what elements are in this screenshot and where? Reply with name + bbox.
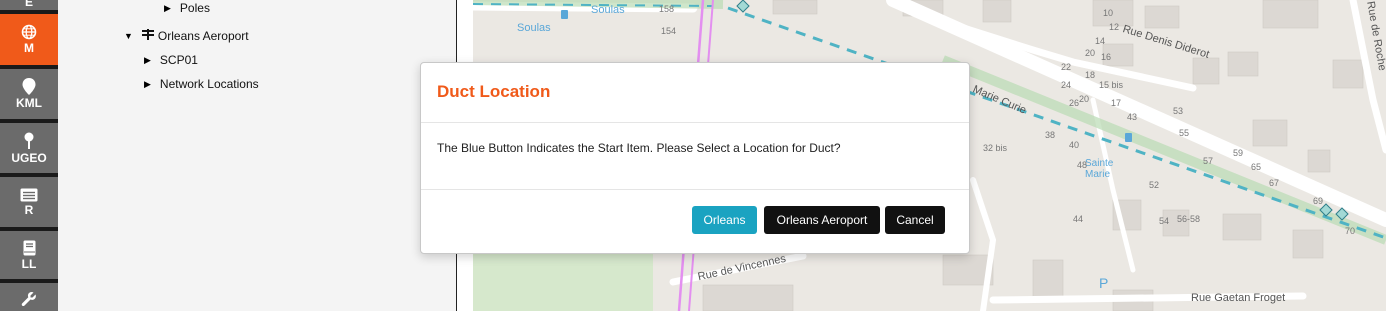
- map-house-number: 52: [1149, 180, 1160, 190]
- map-house-number: 12: [1109, 22, 1120, 32]
- rail-label-ugeo: UGEO: [11, 150, 47, 165]
- rail-label-m: M: [24, 41, 34, 55]
- map-house-number: 40: [1069, 140, 1080, 150]
- map-house-number: 16: [1101, 52, 1112, 62]
- network-icon: [141, 29, 154, 43]
- map-house-number: 59: [1233, 148, 1244, 158]
- map-house-number: 65: [1251, 162, 1262, 172]
- cancel-button[interactable]: Cancel: [885, 206, 945, 234]
- tree-item-label: Poles: [179, 1, 210, 15]
- tree-item-label: Network Locations: [159, 77, 259, 91]
- map-house-number: 54: [1159, 216, 1170, 226]
- orleans-button[interactable]: Orleans: [692, 206, 757, 234]
- map-street-label: Rue Gaetan Froget: [1191, 292, 1286, 304]
- tree-item-label: Orleans Aeroport: [157, 29, 249, 43]
- map-house-number: 20: [1085, 48, 1096, 58]
- map-house-number: 17: [1111, 98, 1122, 108]
- duct-location-dialog: Duct Location The Blue Button Indicates …: [420, 62, 970, 254]
- map-house-number: 55: [1179, 128, 1190, 138]
- map-place-label: Soulas: [591, 4, 625, 16]
- rail-button-tools[interactable]: [0, 283, 58, 311]
- map-house-number: 10: [1103, 8, 1114, 18]
- layer-tree-panel: ▶ Poles ▼ Orleans Aeroport ▶ SCP01 ▶ Net…: [58, 0, 458, 311]
- map-house-number: 24: [1061, 80, 1072, 90]
- map-pin-icon: [22, 78, 36, 95]
- collapse-arrow-icon[interactable]: ▼: [124, 31, 133, 41]
- map-house-number: 38: [1045, 130, 1056, 140]
- rail-button-ugeo[interactable]: UGEO: [0, 123, 58, 175]
- book-icon: [23, 240, 36, 256]
- map-house-number: 53: [1173, 106, 1184, 116]
- tree-item-poles[interactable]: ▶ Poles: [164, 1, 210, 15]
- wrench-icon: [21, 291, 37, 307]
- map-place-label: Sainte Marie: [1085, 158, 1114, 180]
- map-house-number: 15 bis: [1099, 80, 1124, 90]
- map-house-number: 56-58: [1177, 214, 1201, 224]
- rail-button-e[interactable]: E: [0, 0, 58, 12]
- tree-item-scp01[interactable]: ▶ SCP01: [144, 53, 198, 67]
- rail-label-ll: LL: [21, 256, 37, 271]
- map-house-number: 70: [1345, 226, 1356, 236]
- rail-button-kml[interactable]: KML: [0, 69, 58, 121]
- expand-arrow-icon[interactable]: ▶: [164, 3, 171, 14]
- tree-item-orleans-aeroport[interactable]: ▼ Orleans Aeroport: [124, 29, 249, 43]
- map-house-number: 32 bis: [983, 143, 1008, 153]
- map-house-number: 158: [659, 4, 675, 14]
- map-house-number: 69: [1313, 196, 1324, 206]
- map-house-number: 26: [1069, 98, 1080, 108]
- svg-text:P: P: [1099, 275, 1108, 291]
- rail-label-e: E: [24, 0, 33, 9]
- dialog-title: Duct Location: [437, 82, 551, 101]
- pin-icon: [23, 132, 35, 150]
- expand-arrow-icon[interactable]: ▶: [144, 55, 151, 66]
- map-house-number: 48: [1077, 160, 1088, 170]
- rail-label-r: R: [24, 202, 34, 217]
- tree-item-label: SCP01: [159, 53, 198, 67]
- rail-button-r[interactable]: R: [0, 177, 58, 229]
- map-house-number: 154: [661, 26, 677, 36]
- dialog-header: Duct Location: [421, 63, 969, 123]
- rail-button-ll[interactable]: LL: [0, 231, 58, 281]
- rail-label-kml: KML: [16, 96, 42, 110]
- list-card-icon: [20, 188, 38, 202]
- tree-item-network-locations[interactable]: ▶ Network Locations: [144, 77, 259, 91]
- globe-icon: [21, 24, 37, 40]
- map-house-number: 57: [1203, 156, 1214, 166]
- map-house-number: 20: [1079, 94, 1090, 104]
- dialog-footer: Orleans Orleans Aeroport Cancel: [421, 190, 969, 255]
- icon-rail: E M KML UGEO R LL: [0, 0, 58, 311]
- orleans-aeroport-button[interactable]: Orleans Aeroport: [764, 206, 880, 234]
- map-house-number: 67: [1269, 178, 1280, 188]
- map-house-number: 18: [1085, 70, 1096, 80]
- dialog-body: The Blue Button Indicates the Start Item…: [421, 123, 969, 190]
- expand-arrow-icon[interactable]: ▶: [144, 79, 151, 90]
- map-house-number: 14: [1095, 36, 1106, 46]
- map-house-number: 22: [1061, 62, 1072, 72]
- map-place-label: Soulas: [517, 22, 551, 34]
- rail-button-m[interactable]: M: [0, 14, 58, 67]
- map-house-number: 44: [1073, 214, 1084, 224]
- map-house-number: 43: [1127, 112, 1138, 122]
- dialog-message: The Blue Button Indicates the Start Item…: [437, 141, 841, 155]
